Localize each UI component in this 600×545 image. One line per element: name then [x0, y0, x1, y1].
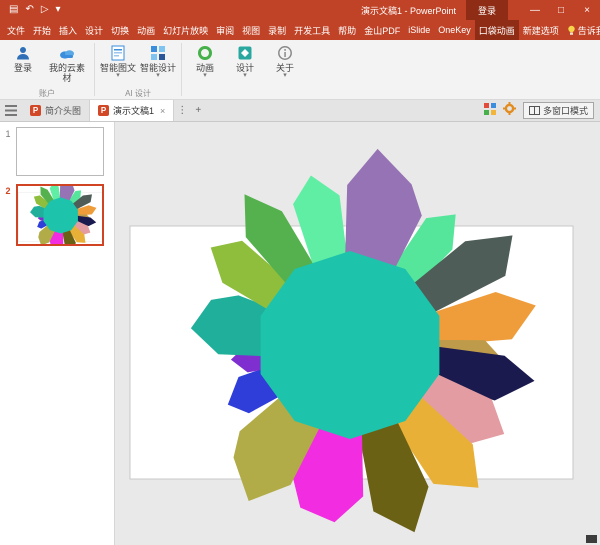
titlebar: ▤ ↶ ▷ ▾ 演示文稿1 - PowerPoint 登录 — □ ×	[0, 0, 600, 20]
group-label-ai-design: AI 设计	[98, 88, 178, 99]
animation-icon	[197, 44, 213, 62]
menu-review[interactable]: 审阅	[212, 20, 238, 40]
slide-editing-canvas[interactable]	[115, 122, 600, 545]
ribbon-tab-bar: 文件 开始 插入 设计 切换 动画 幻灯片放映 审阅 视图 录制 开发工具 帮助…	[0, 20, 600, 40]
smart-design-button[interactable]: 智能设计 ▾	[138, 41, 178, 79]
menu-view[interactable]: 视图	[238, 20, 264, 40]
tabbar-right-tools: 多窗口模式	[484, 100, 600, 121]
scroll-corner	[586, 535, 597, 543]
menu-transitions[interactable]: 切换	[107, 20, 133, 40]
slide-2-thumbnail[interactable]	[16, 184, 104, 246]
slide-thumbnail-panel: 1 2	[0, 122, 115, 545]
multi-window-icon	[529, 106, 540, 115]
sidebar-toggle-icon[interactable]	[0, 100, 22, 121]
menu-tell-me[interactable]: 告诉我	[563, 20, 600, 40]
gear-icon[interactable]	[503, 102, 516, 120]
slide-1-thumbnail[interactable]	[16, 127, 104, 176]
smart-doc-button[interactable]: 智能图文 ▾	[98, 41, 138, 79]
ribbon-group-account: 登录 我的云素材 账户	[0, 40, 94, 99]
slide-2-artwork-preview	[18, 186, 104, 246]
chevron-down-icon: ▾	[243, 73, 247, 79]
document-tab-intro[interactable]: P 简介头图	[22, 100, 90, 121]
menu-kingsoft-pdf[interactable]: 金山PDF	[360, 20, 404, 40]
about-icon	[277, 44, 293, 62]
slide-artwork[interactable]	[115, 122, 600, 545]
animation-button[interactable]: 动画 ▾	[185, 41, 225, 79]
minimize-button[interactable]: —	[522, 0, 548, 20]
menu-home[interactable]: 开始	[29, 20, 55, 40]
menu-help[interactable]: 帮助	[334, 20, 360, 40]
chevron-down-icon: ▾	[283, 73, 287, 79]
my-cloud-assets-button[interactable]: 我的云素材	[43, 41, 91, 83]
ribbon: 登录 我的云素材 账户 智能图文 ▾ 智能设计 ▾	[0, 40, 600, 100]
ppt-file-icon: P	[98, 105, 109, 116]
cloud-icon	[58, 44, 76, 62]
group-label-account: 账户	[3, 88, 91, 99]
ppt-file-icon: P	[30, 105, 41, 116]
chevron-down-icon: ▾	[116, 73, 120, 79]
menu-onekey[interactable]: OneKey	[434, 20, 475, 40]
color-palette-icon[interactable]	[484, 102, 496, 120]
document-tab-bar: P 简介头图 P 演示文稿1 × ⋮ + 多窗口模式	[0, 100, 600, 122]
slide-number: 1	[0, 127, 16, 176]
maximize-button[interactable]: □	[548, 0, 574, 20]
document-tab-presentation1[interactable]: P 演示文稿1 ×	[90, 100, 174, 121]
ribbon-login-button[interactable]: 登录	[3, 41, 43, 73]
slide-number: 2	[0, 184, 16, 246]
ribbon-group-ai-design: 智能图文 ▾ 智能设计 ▾ AI 设计	[95, 40, 181, 99]
chevron-down-icon: ▾	[203, 73, 207, 79]
powerpoint-window: ▤ ↶ ▷ ▾ 演示文稿1 - PowerPoint 登录 — □ × 文件 开…	[0, 0, 600, 545]
save-icon[interactable]: ▤	[9, 0, 18, 20]
slideshow-icon[interactable]: ▷	[41, 0, 49, 20]
slide-thumbnail-1[interactable]: 1	[0, 127, 114, 176]
window-controls: — □ ×	[522, 0, 600, 20]
smart-doc-icon	[111, 44, 125, 62]
customize-qat-icon[interactable]: ▾	[56, 0, 61, 20]
close-button[interactable]: ×	[574, 0, 600, 20]
lightbulb-icon	[567, 25, 576, 36]
main-area: 1 2	[0, 122, 600, 545]
login-button[interactable]: 登录	[466, 0, 508, 20]
menu-record[interactable]: 录制	[264, 20, 290, 40]
menu-file[interactable]: 文件	[3, 20, 29, 40]
menu-pocket-animation[interactable]: 口袋动画	[475, 20, 519, 40]
window-title: 演示文稿1 - PowerPoint	[361, 4, 456, 17]
slide-thumbnail-2[interactable]: 2	[0, 184, 114, 246]
new-tab-icon[interactable]: +	[190, 100, 206, 121]
tab-more-icon[interactable]: ⋮	[174, 100, 190, 121]
group-label-tools	[185, 88, 305, 99]
undo-icon[interactable]: ↶	[25, 0, 33, 20]
menu-insert[interactable]: 插入	[55, 20, 81, 40]
chevron-down-icon: ▾	[156, 73, 160, 79]
menu-slideshow[interactable]: 幻灯片放映	[159, 20, 212, 40]
menu-animations[interactable]: 动画	[133, 20, 159, 40]
menu-islide[interactable]: iSlide	[404, 20, 434, 40]
menu-developer[interactable]: 开发工具	[290, 20, 334, 40]
close-tab-icon[interactable]: ×	[160, 106, 165, 116]
ribbon-group-tools: 动画 ▾ 设计 ▾ 关于 ▾	[182, 40, 308, 99]
menu-design[interactable]: 设计	[81, 20, 107, 40]
person-icon	[15, 44, 31, 62]
about-button[interactable]: 关于 ▾	[265, 41, 305, 79]
menu-new-options[interactable]: 新建选项	[519, 20, 563, 40]
multi-window-mode-button[interactable]: 多窗口模式	[523, 102, 594, 119]
smart-design-icon	[150, 44, 166, 62]
quick-access-toolbar: ▤ ↶ ▷ ▾	[0, 0, 70, 20]
design-icon	[237, 44, 253, 62]
design-button[interactable]: 设计 ▾	[225, 41, 265, 79]
